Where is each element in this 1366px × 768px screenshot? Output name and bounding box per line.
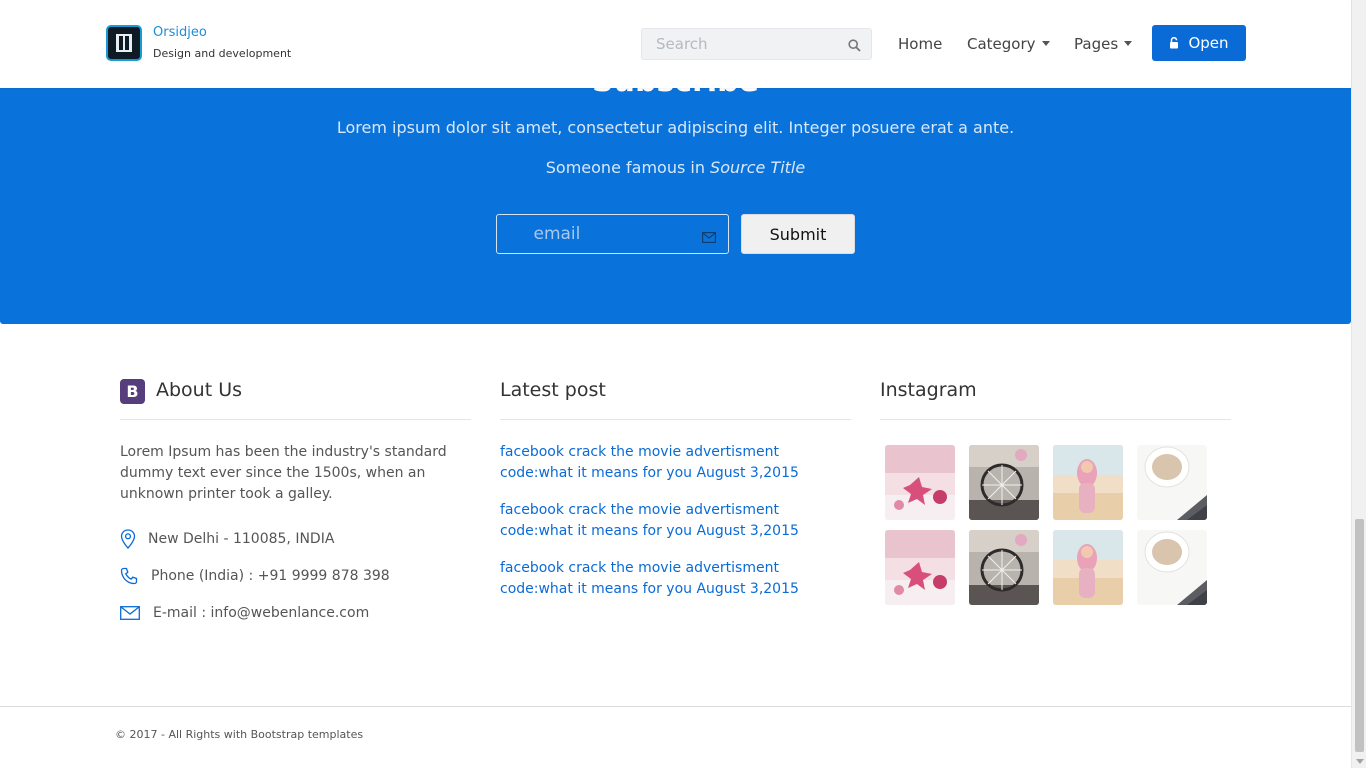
about-us-header: B About Us: [120, 376, 471, 420]
quote-source: Source Title: [710, 158, 806, 177]
brand-tagline: Design and development: [153, 47, 292, 60]
unlock-icon: [1169, 37, 1179, 49]
phone-text: Phone (India) : +91 9999 878 398: [151, 568, 390, 584]
top-navbar: Orsidjeo Design and development Home Cat…: [0, 0, 1351, 88]
instagram-photo-bicycle[interactable]: [969, 445, 1039, 520]
envelope-icon: [120, 606, 153, 620]
about-us-column: B About Us Lorem Ipsum has been the indu…: [120, 376, 471, 624]
scrollbar-thumb[interactable]: [1355, 519, 1364, 752]
instagram-column: Instagram: [880, 376, 1231, 605]
instagram-header: Instagram: [880, 376, 1231, 420]
instagram-photo-coffee-cup[interactable]: [1137, 530, 1207, 605]
instagram-grid: [885, 445, 1231, 605]
latest-post-column: Latest post facebook crack the movie adv…: [500, 376, 851, 600]
instagram-photo-pink-gift[interactable]: [885, 530, 955, 605]
envelope-icon: [702, 228, 716, 247]
brand-logo-icon: [106, 25, 142, 61]
instagram-photo-beach-girl[interactable]: [1053, 445, 1123, 520]
bootstrap-logo-icon: B: [120, 379, 145, 404]
contact-phone: Phone (India) : +91 9999 878 398: [120, 565, 471, 587]
search-input[interactable]: [642, 29, 832, 59]
about-us-text: Lorem Ipsum has been the industry's stan…: [120, 444, 447, 502]
email-field[interactable]: [517, 215, 708, 253]
page-scrollbar[interactable]: [1351, 0, 1366, 768]
brand[interactable]: Orsidjeo Design and development: [106, 25, 291, 61]
nav-category-dropdown[interactable]: Category: [967, 34, 1050, 54]
open-button[interactable]: Open: [1152, 25, 1246, 61]
search-box: [641, 28, 872, 60]
open-button-label: Open: [1188, 34, 1229, 52]
contact-address: New Delhi - 110085, INDIA: [120, 528, 471, 550]
quote-prefix: Someone famous in: [545, 158, 711, 177]
map-pin-icon: [120, 529, 148, 549]
instagram-photo-pink-gift[interactable]: [885, 445, 955, 520]
address-text: New Delhi - 110085, INDIA: [148, 531, 335, 547]
nav-home[interactable]: Home: [898, 34, 942, 54]
footer-divider: [0, 706, 1351, 707]
copyright-text: © 2017 - All Rights with Bootstrap templ…: [115, 728, 364, 741]
post-link[interactable]: facebook crack the movie advertisment co…: [500, 442, 850, 484]
scroll-down-arrow-icon[interactable]: [1356, 759, 1364, 764]
about-us-title: About Us: [156, 379, 243, 401]
submit-button[interactable]: Submit: [741, 214, 855, 254]
instagram-photo-bicycle[interactable]: [969, 530, 1039, 605]
brand-name: Orsidjeo: [153, 25, 207, 40]
phone-icon: [120, 567, 151, 585]
instagram-title: Instagram: [880, 379, 977, 401]
latest-post-header: Latest post: [500, 376, 851, 420]
subscribe-section: Subscribe Lorem ipsum dolor sit amet, co…: [0, 60, 1351, 324]
latest-post-title: Latest post: [500, 379, 606, 401]
contact-email: E-mail : info@webenlance.com: [120, 602, 471, 624]
post-link[interactable]: facebook crack the movie advertisment co…: [500, 558, 850, 600]
nav-category-label: Category: [967, 35, 1036, 53]
subscribe-text: Lorem ipsum dolor sit amet, consectetur …: [336, 118, 1015, 137]
search-icon[interactable]: [848, 37, 861, 56]
nav-pages-dropdown[interactable]: Pages: [1074, 34, 1133, 54]
email-text: E-mail : info@webenlance.com: [153, 605, 370, 621]
caret-down-icon: [1124, 41, 1133, 46]
instagram-photo-coffee-cup[interactable]: [1137, 445, 1207, 520]
caret-down-icon: [1041, 41, 1050, 46]
instagram-photo-beach-girl[interactable]: [1053, 530, 1123, 605]
nav-pages-label: Pages: [1074, 35, 1119, 53]
nav-home-label: Home: [898, 35, 943, 53]
email-field-wrapper: [496, 214, 729, 254]
post-link[interactable]: facebook crack the movie advertisment co…: [500, 500, 850, 542]
subscribe-quote: Someone famous in Source Title: [0, 157, 1351, 179]
